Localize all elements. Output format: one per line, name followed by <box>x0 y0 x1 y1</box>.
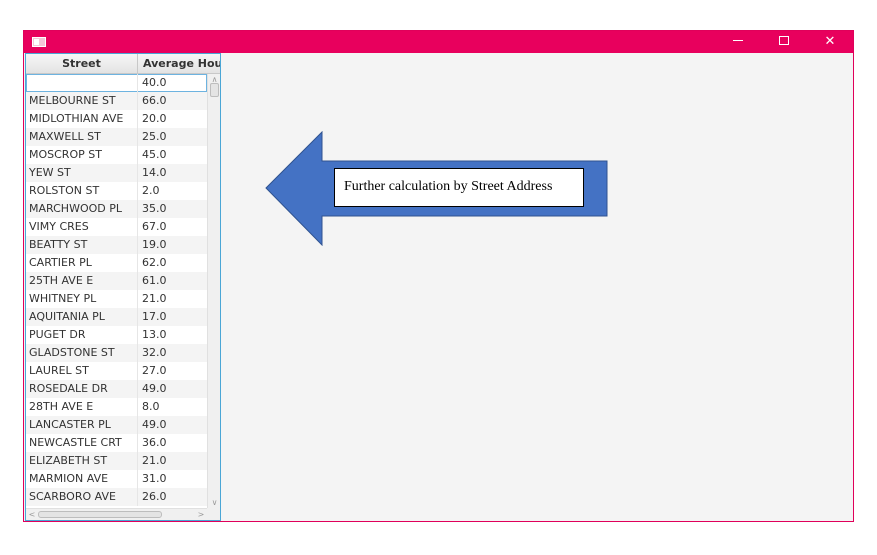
street-cell[interactable]: YEW ST <box>26 164 138 182</box>
average-house-cell[interactable]: 67.0 <box>139 218 207 236</box>
street-cell[interactable]: 28TH AVE E <box>26 398 138 416</box>
average-house-cell[interactable]: 21.0 <box>139 290 207 308</box>
street-cell[interactable]: MIDLOTHIAN AVE <box>26 110 138 128</box>
average-house-cell[interactable]: 14.0 <box>139 164 207 182</box>
app-icon <box>32 37 46 47</box>
average-house-cell[interactable]: 27.0 <box>139 362 207 380</box>
table-header: Street Average Hous <box>26 54 220 74</box>
table-row[interactable]: AQUITANIA PL 17.0 <box>26 308 207 326</box>
horizontal-scrollbar[interactable]: < > <box>26 508 207 520</box>
table-row[interactable]: LANCASTER PL 49.0 <box>26 416 207 434</box>
maximize-button[interactable] <box>761 31 807 53</box>
street-cell[interactable]: AQUITANIA PL <box>26 308 138 326</box>
average-house-cell[interactable]: 62.0 <box>139 254 207 272</box>
average-house-cell[interactable]: 31.0 <box>139 470 207 488</box>
street-cell[interactable]: ROLSTON ST <box>26 182 138 200</box>
street-cell[interactable]: MAXWELL ST <box>26 128 138 146</box>
street-cell[interactable]: MARCHWOOD PL <box>26 200 138 218</box>
average-house-cell[interactable]: 2.0 <box>139 182 207 200</box>
scroll-corner <box>207 508 220 520</box>
average-house-cell[interactable]: 26.0 <box>139 488 207 506</box>
table-body: 40.0 MELBOURNE ST 66.0 MIDLOTHIAN AVE 20.0 MA… <box>26 74 207 506</box>
table-row[interactable]: GLADSTONE ST 32.0 <box>26 344 207 362</box>
table-row[interactable]: NEWCASTLE CRT 36.0 <box>26 434 207 452</box>
average-house-cell[interactable]: 20.0 <box>139 110 207 128</box>
table-row[interactable]: VIMY CRES 67.0 <box>26 218 207 236</box>
table-row[interactable]: YEW ST 14.0 <box>26 164 207 182</box>
table-row[interactable]: BEATTY ST 19.0 <box>26 236 207 254</box>
average-house-cell[interactable]: 66.0 <box>139 92 207 110</box>
street-cell[interactable]: MARMION AVE <box>26 470 138 488</box>
street-cell[interactable]: BEATTY ST <box>26 236 138 254</box>
average-house-cell[interactable]: 40.0 <box>139 74 207 92</box>
table-row[interactable]: MELBOURNE ST 66.0 <box>26 92 207 110</box>
vertical-scroll-thumb[interactable] <box>210 83 219 97</box>
average-house-cell[interactable]: 25.0 <box>139 128 207 146</box>
app-window: ✕ Street Average Hous 40.0MELBOURNE ST66… <box>23 30 854 522</box>
street-cell[interactable]: MELBOURNE ST <box>26 92 138 110</box>
table-row[interactable]: PUGET DR 13.0 <box>26 326 207 344</box>
table-row[interactable]: ROSEDALE DR 49.0 <box>26 380 207 398</box>
minimize-icon <box>733 40 743 41</box>
street-table[interactable]: Street Average Hous 40.0MELBOURNE ST66.0… <box>25 53 221 521</box>
street-cell[interactable]: 25TH AVE E <box>26 272 138 290</box>
vertical-scrollbar[interactable]: ∧ ∨ <box>207 74 220 508</box>
column-header-street[interactable]: Street <box>26 54 138 74</box>
average-house-cell[interactable]: 21.0 <box>139 452 207 470</box>
table-row[interactable]: MARCHWOOD PL 35.0 <box>26 200 207 218</box>
street-cell[interactable]: PUGET DR <box>26 326 138 344</box>
average-house-cell[interactable]: 13.0 <box>139 326 207 344</box>
average-house-cell[interactable]: 49.0 <box>139 380 207 398</box>
table-row[interactable]: SCARBORO AVE 26.0 <box>26 488 207 506</box>
table-row[interactable]: WHITNEY PL 21.0 <box>26 290 207 308</box>
close-icon: ✕ <box>824 34 836 49</box>
street-cell[interactable]: LANCASTER PL <box>26 416 138 434</box>
title-bar[interactable]: ✕ <box>24 31 853 53</box>
scroll-left-icon[interactable]: < <box>26 509 38 520</box>
table-row[interactable]: 25TH AVE E 61.0 <box>26 272 207 290</box>
street-cell[interactable]: WHITNEY PL <box>26 290 138 308</box>
table-row[interactable]: MARMION AVE 31.0 <box>26 470 207 488</box>
table-row[interactable]: ROLSTON ST 2.0 <box>26 182 207 200</box>
table-row[interactable]: MAXWELL ST 25.0 <box>26 128 207 146</box>
close-button[interactable]: ✕ <box>807 31 853 53</box>
scroll-right-icon[interactable]: > <box>195 509 207 520</box>
street-cell[interactable]: ELIZABETH ST <box>26 452 138 470</box>
maximize-icon <box>779 36 789 45</box>
average-house-cell[interactable]: 36.0 <box>139 434 207 452</box>
table-row[interactable]: ELIZABETH ST 21.0 <box>26 452 207 470</box>
street-cell[interactable]: NEWCASTLE CRT <box>26 434 138 452</box>
table-row[interactable]: CARTIER PL 62.0 <box>26 254 207 272</box>
average-house-cell[interactable]: 61.0 <box>139 272 207 290</box>
table-row[interactable]: MOSCROP ST 45.0 <box>26 146 207 164</box>
average-house-cell[interactable]: 8.0 <box>139 398 207 416</box>
average-house-cell[interactable]: 35.0 <box>139 200 207 218</box>
table-row[interactable]: LAUREL ST 27.0 <box>26 362 207 380</box>
column-header-average-house[interactable]: Average Hous <box>139 54 220 74</box>
street-cell[interactable]: GLADSTONE ST <box>26 344 138 362</box>
street-cell[interactable]: VIMY CRES <box>26 218 138 236</box>
table-row[interactable]: 28TH AVE E 8.0 <box>26 398 207 416</box>
scroll-down-icon[interactable]: ∨ <box>208 497 220 508</box>
annotation-textbox: Further calculation by Street Address <box>334 168 584 207</box>
street-cell[interactable]: ROSEDALE DR <box>26 380 138 398</box>
minimize-button[interactable] <box>715 31 761 53</box>
street-cell[interactable]: SCARBORO AVE <box>26 488 138 506</box>
horizontal-scroll-thumb[interactable] <box>38 511 162 518</box>
street-cell[interactable]: CARTIER PL <box>26 254 138 272</box>
street-cell[interactable]: MOSCROP ST <box>26 146 138 164</box>
average-house-cell[interactable]: 49.0 <box>139 416 207 434</box>
average-house-cell[interactable]: 19.0 <box>139 236 207 254</box>
average-house-cell[interactable]: 32.0 <box>139 344 207 362</box>
table-row[interactable]: MIDLOTHIAN AVE 20.0 <box>26 110 207 128</box>
table-row[interactable]: 40.0 <box>26 74 207 92</box>
street-cell[interactable] <box>26 74 138 92</box>
average-house-cell[interactable]: 17.0 <box>139 308 207 326</box>
average-house-cell[interactable]: 45.0 <box>139 146 207 164</box>
street-cell[interactable]: LAUREL ST <box>26 362 138 380</box>
